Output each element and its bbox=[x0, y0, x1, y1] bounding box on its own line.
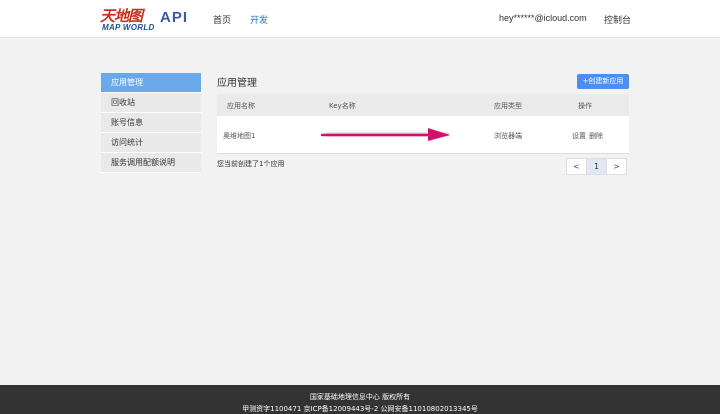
console-link[interactable]: 控制台 bbox=[604, 13, 631, 26]
app-name-cell: 奥维地图1 bbox=[223, 132, 256, 140]
column-header-app-type: 应用类型 bbox=[494, 102, 522, 110]
pagination-next-button[interactable]: > bbox=[606, 158, 627, 175]
nav-home-link[interactable]: 首页 bbox=[213, 13, 231, 26]
pagination: < 1 > bbox=[566, 158, 627, 175]
tianditu-logo[interactable]: 天地图 MAP WORLD bbox=[100, 7, 154, 33]
pagination-prev-button[interactable]: < bbox=[566, 158, 587, 175]
footer-licenses: 甲测资字1100471 京ICP备12009443号-2 公网安备1101080… bbox=[242, 405, 478, 413]
column-header-actions: 操作 bbox=[578, 102, 592, 110]
page-title: 应用管理 bbox=[217, 78, 257, 89]
sidebar-item-app-management[interactable]: 应用管理 bbox=[101, 73, 201, 93]
annotation-arrow-icon bbox=[320, 128, 450, 141]
delete-link[interactable]: 删除 bbox=[589, 131, 603, 141]
user-email[interactable]: hey******@icloud.com bbox=[499, 13, 587, 23]
create-app-button[interactable]: +创建新应用 bbox=[577, 74, 629, 89]
app-type-cell: 浏览器端 bbox=[494, 132, 522, 140]
sidebar: 应用管理 回收站 账号信息 访问统计 服务调用配额说明 bbox=[101, 73, 201, 173]
sidebar-item-access-stats[interactable]: 访问统计 bbox=[101, 133, 201, 153]
sidebar-item-quota-info[interactable]: 服务调用配额说明 bbox=[101, 153, 201, 173]
sidebar-item-recycle-bin[interactable]: 回收站 bbox=[101, 93, 201, 113]
settings-link[interactable]: 设置 bbox=[572, 131, 586, 141]
footer-copyright: 国家基础地理信息中心 版权所有 bbox=[309, 393, 411, 401]
api-title: API bbox=[160, 9, 189, 26]
sidebar-item-account-info[interactable]: 账号信息 bbox=[101, 113, 201, 133]
nav-dev-link[interactable]: 开发 bbox=[250, 13, 268, 26]
top-header: 天地图 MAP WORLD API 首页 开发 hey******@icloud… bbox=[0, 0, 720, 38]
logo-english-text: MAP WORLD bbox=[102, 23, 155, 32]
table-header: 应用名称 Key名称 应用类型 操作 bbox=[217, 94, 629, 116]
app-table: 应用名称 Key名称 应用类型 操作 奥维地图1 浏览器端 设置 删除 bbox=[217, 94, 629, 154]
app-count-text: 您当前创建了1个应用 bbox=[217, 160, 285, 168]
pagination-page-1[interactable]: 1 bbox=[586, 158, 607, 175]
column-header-key-name: Key名称 bbox=[329, 102, 356, 110]
column-header-app-name: 应用名称 bbox=[227, 102, 255, 110]
page-footer: 国家基础地理信息中心 版权所有 甲测资字1100471 京ICP备1200944… bbox=[0, 385, 720, 414]
